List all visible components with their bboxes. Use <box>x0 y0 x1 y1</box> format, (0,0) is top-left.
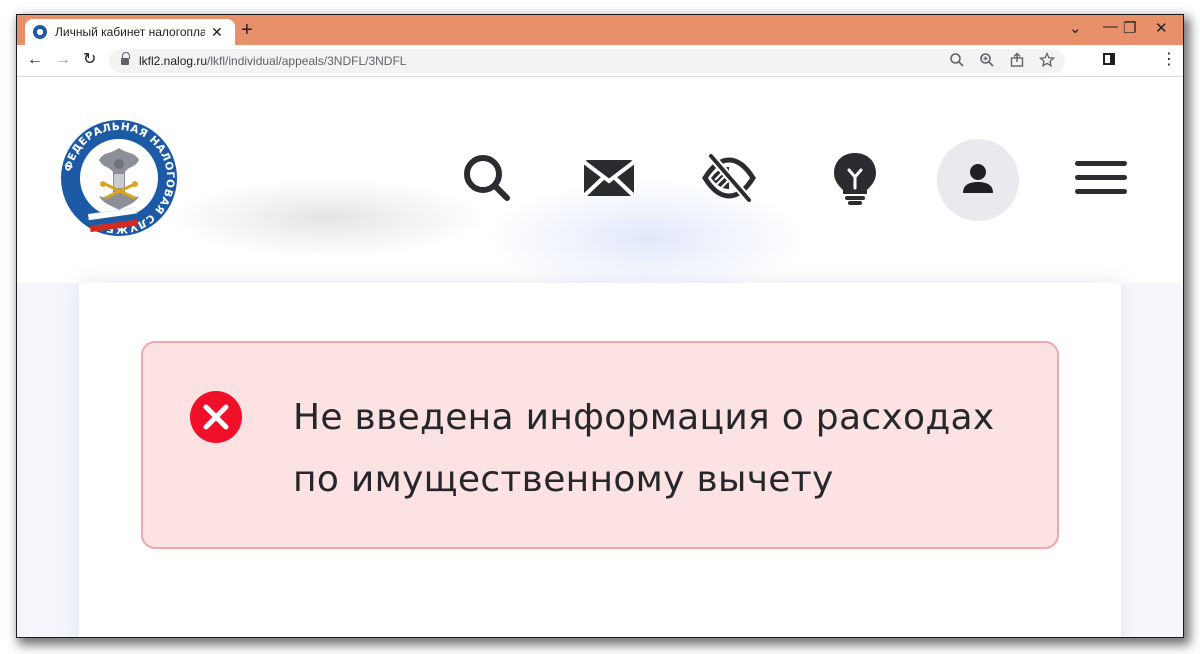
lightbulb-icon[interactable] <box>827 150 883 206</box>
lock-icon[interactable] <box>121 52 130 66</box>
back-button[interactable]: ← <box>27 51 43 69</box>
zoom-icon[interactable] <box>979 52 995 68</box>
content-card: Не введена информация о расходах по имущ… <box>79 283 1121 637</box>
error-message: Не введена информация о расходах по имущ… <box>293 397 995 500</box>
hamburger-menu-icon[interactable] <box>1075 158 1127 198</box>
close-window-button[interactable]: ✕ <box>1155 19 1168 39</box>
new-tab-button[interactable]: + <box>241 20 253 40</box>
visually-impaired-icon[interactable] <box>701 150 757 206</box>
error-circle-icon <box>190 391 242 443</box>
error-alert: Не введена информация о расходах по имущ… <box>141 341 1059 549</box>
restore-window-button[interactable]: ❐ <box>1123 19 1136 39</box>
browser-window: Личный кабинет налогоплательщ ✕ + ⌄ — ❐ … <box>17 15 1183 637</box>
address-bar[interactable]: lkfl2.nalog.ru/lkfl/individual/appeals/3… <box>109 49 1065 73</box>
url-path: /lkfl/individual/appeals/3NDFL/3NDFL <box>207 54 407 68</box>
omnibox-actions <box>949 52 1055 68</box>
tab-search-dropdown-icon[interactable]: ⌄ <box>1069 19 1082 39</box>
url-host: lkfl2.nalog.ru <box>139 54 208 68</box>
user-icon <box>963 164 993 193</box>
browser-tab[interactable]: Личный кабинет налогоплательщ ✕ <box>25 19 235 45</box>
search-icon[interactable] <box>459 150 515 206</box>
fns-logo[interactable]: ФЕДЕРАЛЬНАЯ НАЛОГОВАЯ СЛУЖБА <box>59 118 179 238</box>
site-header: ФЕДЕРАЛЬНАЯ НАЛОГОВАЯ СЛУЖБА <box>17 78 1183 283</box>
profile-button[interactable] <box>937 139 1019 221</box>
tab-close-icon[interactable]: ✕ <box>211 25 223 39</box>
browser-menu-icon[interactable]: ⋮ <box>1161 51 1177 69</box>
tab-title: Личный кабинет налогоплательщ <box>55 25 205 39</box>
page-content: ФЕДЕРАЛЬНАЯ НАЛОГОВАЯ СЛУЖБА <box>17 78 1183 637</box>
minimize-window-button[interactable]: — <box>1103 17 1118 37</box>
fns-favicon-icon <box>33 25 47 39</box>
search-icon[interactable] <box>949 52 965 68</box>
share-icon[interactable] <box>1009 52 1025 68</box>
browser-toolbar: ← → ↻ lkfl2.nalog.ru/lkfl/individual/app… <box>17 45 1183 77</box>
side-panel-icon[interactable] <box>1103 53 1115 65</box>
bookmark-star-icon[interactable] <box>1039 52 1055 68</box>
forward-button[interactable]: → <box>55 51 71 69</box>
reload-button[interactable]: ↻ <box>83 51 96 69</box>
tab-strip: Личный кабинет налогоплательщ ✕ + ⌄ — ❐ … <box>17 15 1183 45</box>
mail-icon[interactable] <box>581 150 637 206</box>
